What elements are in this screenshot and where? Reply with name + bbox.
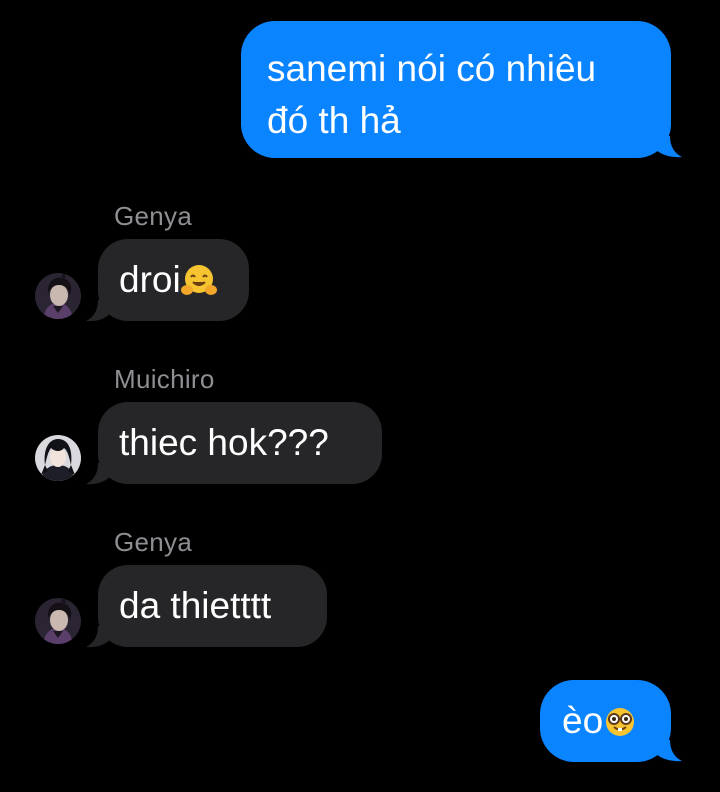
message-text: droi bbox=[119, 259, 181, 300]
bubble-tail bbox=[86, 463, 110, 485]
sender-name: Genya bbox=[114, 201, 193, 231]
sender-name: Muichiro bbox=[114, 364, 215, 394]
muichiro-avatar[interactable] bbox=[35, 435, 81, 481]
message-text-line: sanemi nói có nhiêu bbox=[267, 48, 597, 89]
incoming-message-bubble[interactable]: droi bbox=[98, 239, 249, 321]
bubble-tail bbox=[656, 740, 682, 762]
incoming-message-bubble[interactable]: da thietttt bbox=[98, 565, 327, 647]
message-text: thiec hok??? bbox=[119, 422, 329, 463]
sender-name: Genya bbox=[114, 527, 193, 557]
message-text: èo bbox=[562, 700, 604, 741]
nerd-face-emoji bbox=[603, 697, 637, 749]
genya-avatar[interactable] bbox=[35, 273, 81, 319]
bubble-tail bbox=[86, 300, 110, 322]
bubble-tail bbox=[656, 136, 682, 158]
outgoing-message-bubble[interactable]: sanemi nói có nhiêu đó th hả bbox=[241, 21, 671, 158]
outgoing-message-bubble[interactable]: èo bbox=[540, 680, 671, 762]
bubble-tail bbox=[86, 626, 110, 648]
incoming-message-bubble[interactable]: thiec hok??? bbox=[98, 402, 382, 484]
genya-avatar[interactable] bbox=[35, 598, 81, 644]
message-text: da thietttt bbox=[119, 585, 272, 626]
message-text-line: đó th hả bbox=[267, 100, 401, 141]
hugging-face-emoji bbox=[180, 256, 217, 308]
